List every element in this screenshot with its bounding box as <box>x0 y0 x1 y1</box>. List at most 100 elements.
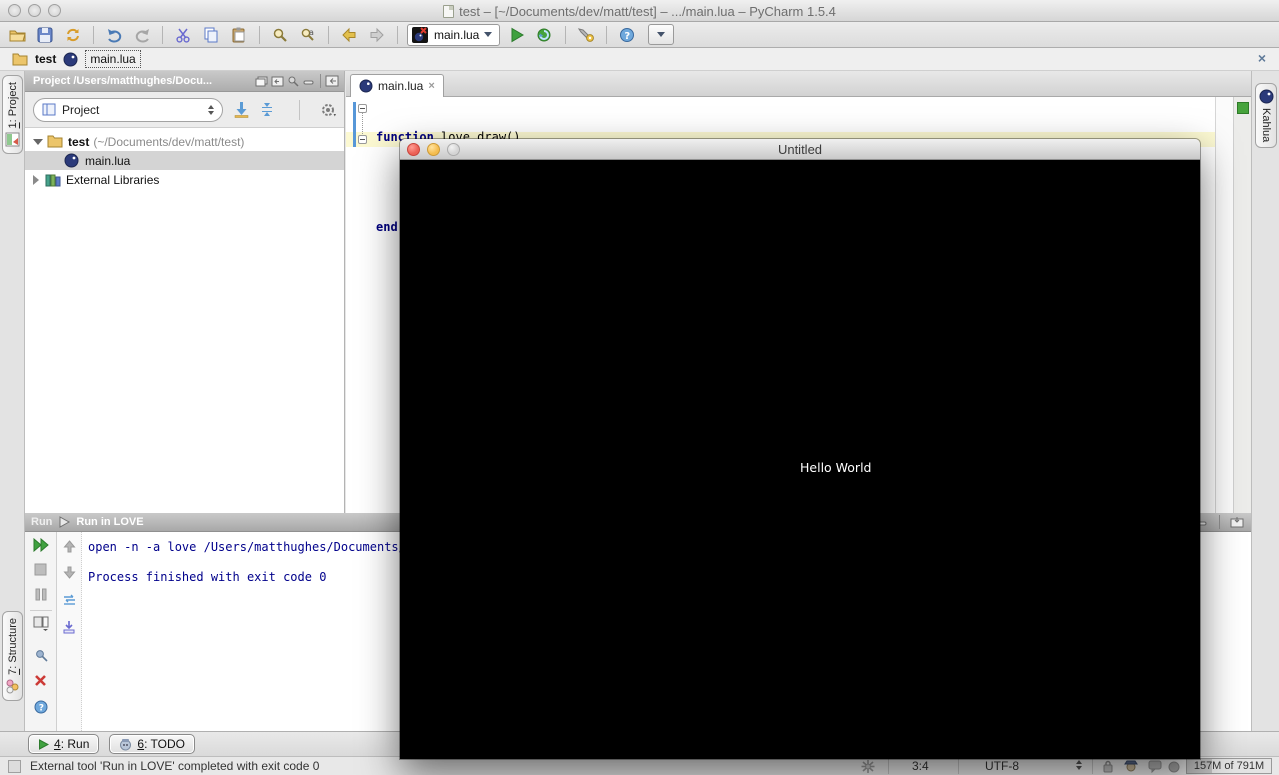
memory-indicator[interactable]: 157M of 791M <box>1186 758 1272 774</box>
breadcrumb-file[interactable]: main.lua <box>85 50 141 68</box>
file-encoding[interactable]: UTF-8 <box>985 759 1019 773</box>
gutter-change-bar <box>353 102 356 147</box>
help-icon[interactable]: ? <box>616 24 638 46</box>
window-titlebar: test – [~/Documents/dev/matt/test] – ...… <box>0 0 1279 22</box>
love-window-titlebar[interactable]: Untitled <box>400 139 1200 160</box>
love-file-icon <box>359 79 373 93</box>
main-toolbar: a main.lua ? <box>0 22 1279 48</box>
settings-icon[interactable] <box>575 24 597 46</box>
run-actions-toolbar: ? <box>25 532 57 731</box>
dock-left-icon[interactable] <box>269 74 285 88</box>
folder-icon <box>47 135 63 148</box>
love-file-icon <box>64 153 79 168</box>
run-console[interactable]: open -n -a love /Users/matthughes/Docume… <box>88 532 500 588</box>
editor-tab-mainlua[interactable]: main.lua × <box>350 74 444 97</box>
encoding-spinner-icon[interactable] <box>1076 760 1082 770</box>
todo-button-label: 6: TODO <box>137 737 185 751</box>
project-panel-title: Project /Users/matthughes/Docu... <box>33 75 213 87</box>
back-icon[interactable] <box>338 24 360 46</box>
save-icon[interactable] <box>34 24 56 46</box>
editor-tab-title: main.lua <box>378 79 424 93</box>
left-tool-stripe: 1: Project 7: Structure <box>0 71 25 731</box>
expand-arrow-icon[interactable] <box>33 174 39 185</box>
tool-tab-structure[interactable]: 7: Structure <box>2 611 23 701</box>
project-panel-header[interactable]: Project /Users/matthughes/Docu... <box>25 71 344 92</box>
cut-icon[interactable] <box>172 24 194 46</box>
error-stripe-column <box>1233 97 1251 513</box>
debug-icon[interactable] <box>534 24 556 46</box>
collapse-all-icon[interactable] <box>259 102 275 117</box>
open-icon[interactable] <box>6 24 28 46</box>
run-toolwindow-button[interactable]: 4: Run <box>28 734 100 754</box>
hector-inspector-icon[interactable] <box>1124 759 1138 775</box>
tool-tab-project[interactable]: 1: Project <box>2 75 23 155</box>
undo-icon[interactable] <box>103 24 125 46</box>
close-window-button[interactable] <box>407 143 420 156</box>
find-icon[interactable] <box>269 24 291 46</box>
header-separator <box>1219 515 1220 529</box>
pin-icon[interactable] <box>285 74 301 88</box>
todo-toolwindow-button[interactable]: 6: TODO <box>109 734 195 754</box>
inspection-status-icon[interactable] <box>1168 761 1180 775</box>
synchronize-icon[interactable] <box>62 24 84 46</box>
hector-gear-icon[interactable] <box>860 759 876 775</box>
prev-occurrence-icon[interactable] <box>57 540 81 553</box>
redo-icon[interactable] <box>131 24 153 46</box>
dock-icon[interactable] <box>1229 515 1245 529</box>
fold-marker-icon[interactable] <box>358 135 367 144</box>
rerun-icon[interactable] <box>25 538 56 552</box>
minimize-window-button[interactable] <box>427 143 440 156</box>
gear-icon[interactable] <box>320 103 336 117</box>
close-tab-icon[interactable]: × <box>428 80 434 92</box>
love-window-canvas[interactable]: Hello World <box>400 160 1200 759</box>
lock-icon[interactable] <box>1102 760 1114 775</box>
pycharm-window: test – [~/Documents/dev/matt/test] – ...… <box>0 0 1279 775</box>
paste-icon[interactable] <box>228 24 250 46</box>
pause-icon[interactable] <box>25 588 56 601</box>
tree-row-root[interactable]: test (~/Documents/dev/matt/test) <box>25 132 344 151</box>
run-configuration-select[interactable]: main.lua <box>407 23 501 46</box>
love-game-window[interactable]: Untitled Hello World <box>400 139 1200 759</box>
cursor-position[interactable]: 3:4 <box>912 759 929 773</box>
toolbar-separator <box>30 610 52 611</box>
replace-icon[interactable]: a <box>297 24 319 46</box>
help-icon[interactable]: ? <box>25 700 56 714</box>
toolbar-more-dropdown[interactable] <box>648 24 675 45</box>
project-view-select[interactable]: Project <box>33 97 224 122</box>
error-stripe-ok-mark[interactable] <box>1237 102 1249 114</box>
forward-icon[interactable] <box>366 24 388 46</box>
next-occurrence-icon[interactable] <box>57 566 81 579</box>
navigation-bar: test main.lua × <box>0 48 1279 71</box>
window-title-wrap: test – [~/Documents/dev/matt/test] – ...… <box>0 0 1279 22</box>
collapse-arrow-icon[interactable] <box>33 138 43 145</box>
project-panel-toolbar: Project <box>25 92 344 128</box>
hide-panel-icon[interactable] <box>324 74 340 88</box>
fold-marker-icon[interactable] <box>358 104 367 113</box>
window-title: test – [~/Documents/dev/matt/test] – ...… <box>459 3 836 19</box>
restore-layout-icon[interactable] <box>25 616 56 631</box>
minimize-panel-icon[interactable] <box>301 74 317 88</box>
notification-bubble-icon[interactable] <box>1148 760 1162 775</box>
close-panel-icon[interactable] <box>25 674 56 687</box>
background-tasks-icon[interactable] <box>8 760 21 773</box>
status-message: External tool 'Run in LOVE' completed wi… <box>30 759 320 773</box>
tool-tab-kahlua[interactable]: Kahlua <box>1255 83 1277 149</box>
float-mode-icon[interactable] <box>253 74 269 88</box>
run-icon <box>39 738 49 750</box>
run-icon[interactable] <box>506 24 528 46</box>
breadcrumb-project[interactable]: test <box>35 52 56 66</box>
copy-icon[interactable] <box>200 24 222 46</box>
pin-tab-icon[interactable] <box>25 648 56 662</box>
scroll-to-end-icon[interactable] <box>57 620 81 634</box>
zoom-window-button <box>447 143 460 156</box>
expand-all-icon[interactable] <box>233 102 249 118</box>
editor-scrollbar[interactable] <box>1215 97 1233 513</box>
close-icon[interactable]: × <box>1255 51 1269 66</box>
stop-icon[interactable] <box>25 563 56 576</box>
soft-wrap-icon[interactable] <box>57 594 81 607</box>
tree-row-mainlua[interactable]: main.lua <box>25 151 344 170</box>
tool-tab-kahlua-label: Kahlua <box>1260 108 1272 143</box>
project-view-icon <box>42 103 56 116</box>
tool-tab-project-label: 1: Project <box>6 82 19 129</box>
tree-row-external-libraries[interactable]: External Libraries <box>25 170 344 189</box>
